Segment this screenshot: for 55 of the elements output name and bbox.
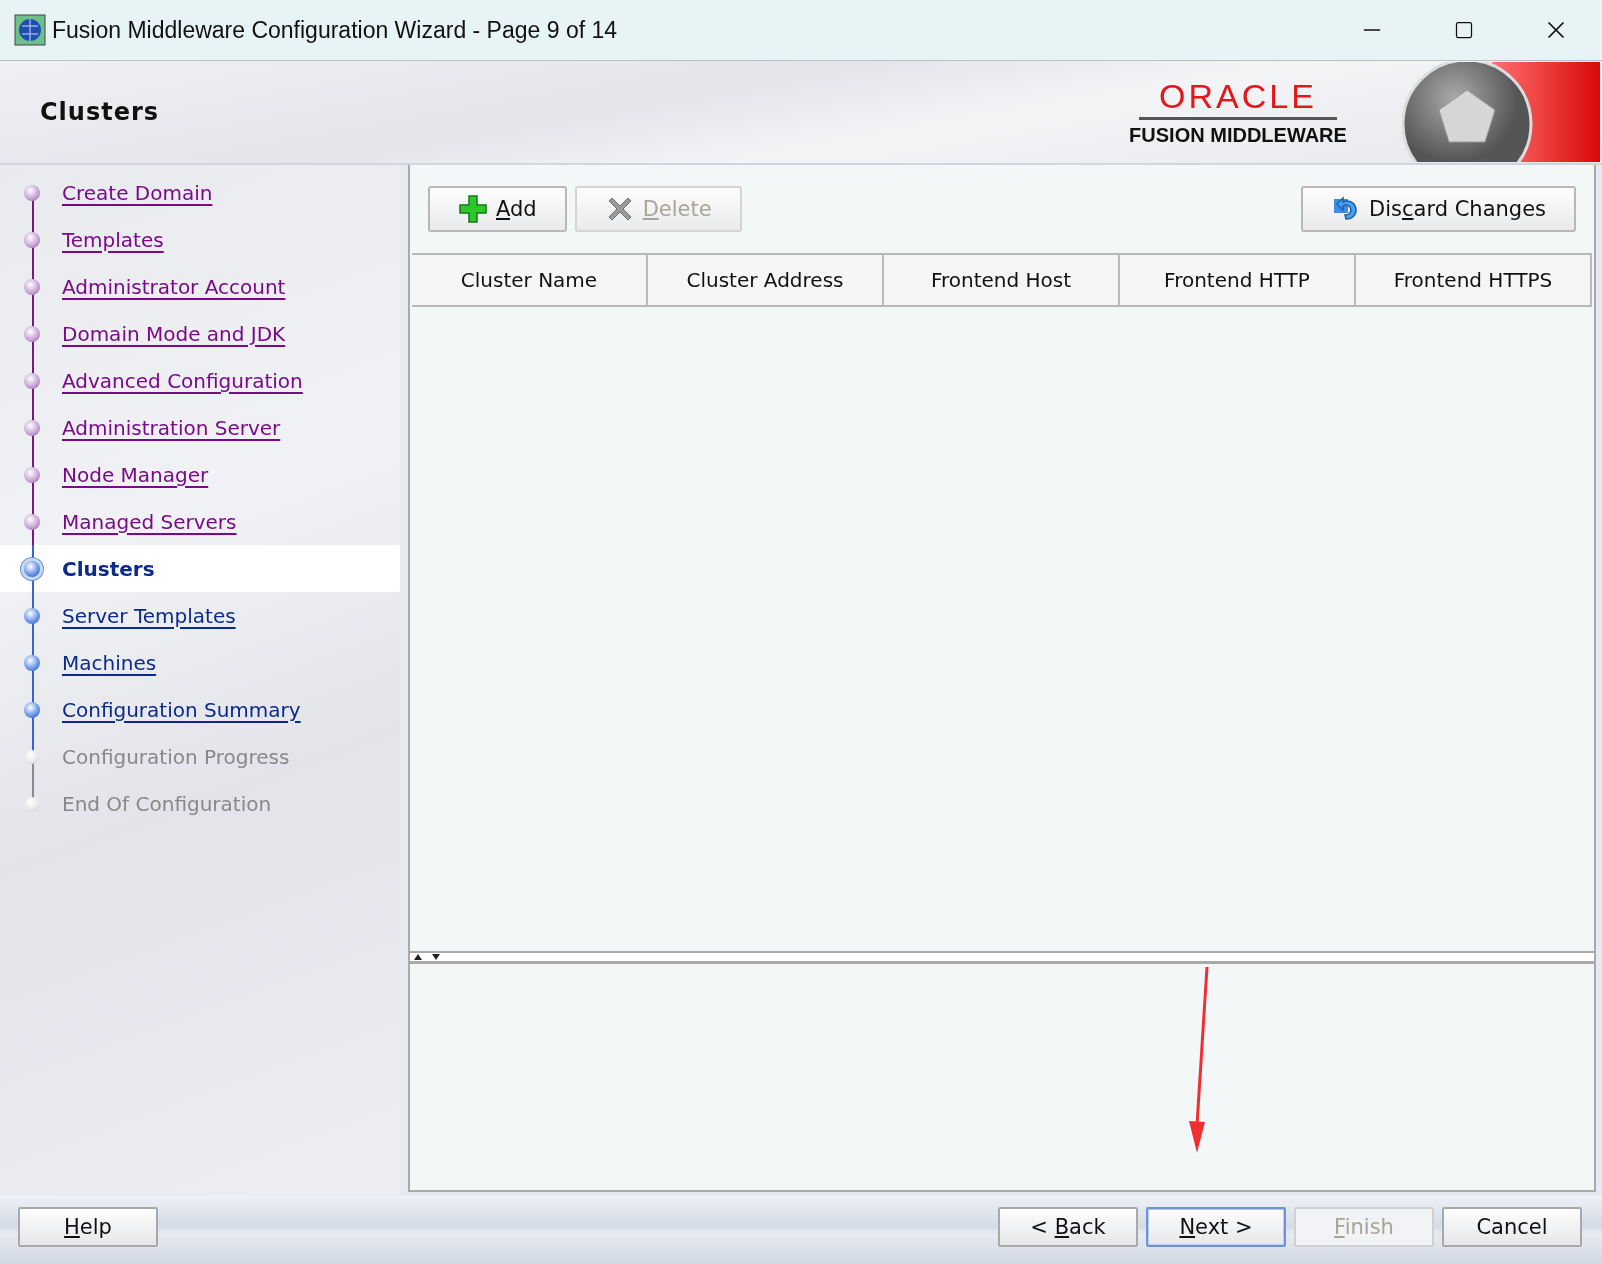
page-heading: Clusters	[40, 98, 161, 126]
step-label: Create Domain	[62, 180, 213, 205]
step-row[interactable]: Domain Mode and JDK	[0, 310, 400, 357]
step-dot-icon	[24, 654, 40, 671]
step-row[interactable]: Administrator Account	[0, 263, 400, 310]
step-dot-icon	[24, 325, 40, 342]
help-button[interactable]: Help	[18, 1207, 158, 1247]
step-row[interactable]: Advanced Configuration	[0, 357, 400, 404]
window-title: Fusion Middleware Configuration Wizard - Page 9 of 14	[52, 16, 619, 44]
step-dot-icon	[24, 560, 40, 577]
up-arrow-icon[interactable]	[414, 954, 422, 960]
step-dot-icon	[25, 796, 39, 811]
step-dot-icon	[24, 513, 40, 530]
step-label: Administrator Account	[62, 274, 286, 299]
step-dot-icon	[24, 466, 40, 483]
step-label: End Of Configuration	[62, 791, 272, 816]
wizard-button[interactable]: Cancel	[1442, 1207, 1582, 1247]
step-label: Advanced Configuration	[62, 368, 303, 393]
maximize-icon[interactable]	[1454, 20, 1474, 40]
step-label: Clusters	[62, 556, 155, 581]
step-dot-icon	[24, 607, 40, 624]
step-dot-icon	[24, 701, 40, 718]
brand-logo-text: ORACLE	[1139, 77, 1337, 120]
step-label: Configuration Progress	[62, 744, 290, 769]
step-dot-icon	[24, 419, 40, 436]
toolbar-button[interactable]: Add	[428, 186, 567, 232]
step-label: Server Templates	[62, 603, 236, 628]
step-row[interactable]: Templates	[0, 216, 400, 263]
discard-changes-button[interactable]: Discard Changes	[1301, 186, 1576, 232]
step-label: Configuration Summary	[62, 697, 301, 722]
step-dot-icon	[24, 372, 40, 389]
step-row[interactable]: Machines	[0, 639, 400, 686]
step-label: Templates	[62, 227, 164, 252]
step-label: Administration Server	[62, 415, 281, 440]
step-row[interactable]: Configuration Summary	[0, 686, 400, 733]
step-row[interactable]: Server Templates	[0, 592, 400, 639]
plus-icon	[458, 194, 488, 224]
step-label: Managed Servers	[62, 509, 237, 534]
wizard-button[interactable]: < Back	[998, 1207, 1138, 1247]
step-row[interactable]: Node Manager	[0, 451, 400, 498]
step-label: Node Manager	[62, 462, 209, 487]
step-dot-icon	[24, 231, 40, 248]
step-dot-icon	[24, 278, 40, 295]
step-row[interactable]: Administration Server	[0, 404, 400, 451]
app-icon	[14, 14, 46, 46]
step-dot-icon	[25, 749, 39, 764]
step-row[interactable]: Managed Servers	[0, 498, 400, 545]
step-label: Domain Mode and JDK	[62, 321, 286, 346]
step-label: Machines	[62, 650, 157, 675]
wizard-button[interactable]: Next >	[1146, 1207, 1286, 1247]
step-dot-icon	[24, 184, 40, 201]
step-row[interactable]: Create Domain	[0, 169, 400, 216]
down-arrow-icon[interactable]	[432, 954, 440, 960]
product-name: FUSION MIDDLEWARE	[1129, 124, 1347, 147]
step-row[interactable]: Clusters	[0, 545, 400, 592]
